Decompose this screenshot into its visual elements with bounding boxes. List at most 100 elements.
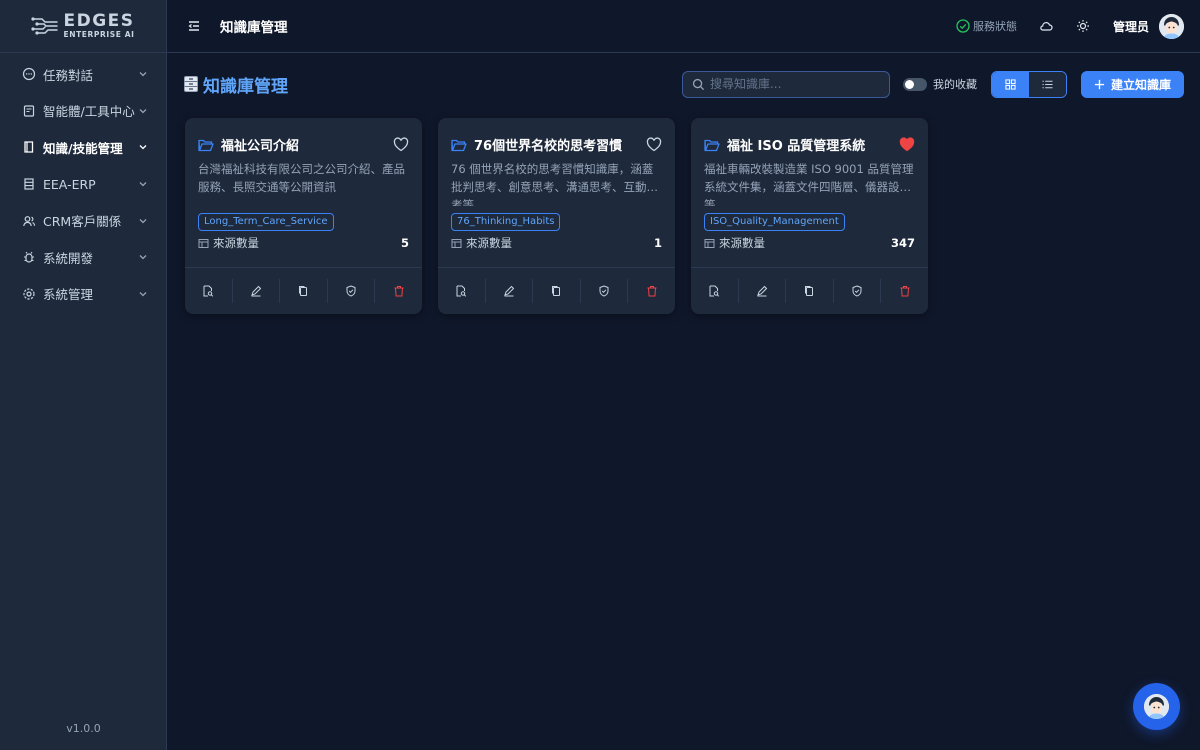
check-circle-icon [956,19,970,33]
sidebar-item-label: EEA-ERP [43,176,96,192]
list-view-button[interactable] [1028,71,1066,97]
sidebar-item-label: 任務對話 [43,67,94,83]
grid-icon [1005,78,1016,90]
source-icon [198,238,209,249]
edit-button[interactable] [484,279,533,303]
sidebar-item-crm[interactable]: CRM客戶關係 [0,202,166,239]
delete-button[interactable] [627,279,675,303]
copy-button[interactable] [785,279,833,303]
user-name[interactable]: 管理员 [1113,18,1149,35]
edit-button[interactable] [737,279,786,303]
sidebar-item-tasks[interactable]: 任務對話 [0,56,166,93]
permissions-button[interactable] [832,279,881,303]
view-details-button[interactable] [691,279,738,303]
permissions-button[interactable] [579,279,628,303]
folder-open-icon [704,138,720,152]
copy-icon [299,286,308,296]
heart-outline-icon[interactable] [646,137,662,152]
source-count-label: 來源數量 [466,236,512,250]
chevron-down-icon [138,179,148,189]
sidebar: EDGES ENTERPRISE AI 任務對話 智能體/工具中心 知識/技能管… [0,0,167,750]
card-actions [185,267,422,314]
bug-icon [22,250,36,264]
sun-icon[interactable] [1076,19,1090,33]
chevron-down-icon [138,252,148,262]
sidebar-item-agents[interactable]: 智能體/工具中心 [0,93,166,130]
create-button-label: 建立知識庫 [1110,77,1171,92]
view-details-button[interactable] [185,279,232,303]
copy-icon [552,286,561,296]
delete-button[interactable] [880,279,928,303]
search-input[interactable] [709,77,880,91]
permissions-button[interactable] [326,279,375,303]
sidebar-item-label: 系統管理 [43,287,94,303]
favorites-toggle[interactable] [902,77,927,91]
knowledge-base-card[interactable]: 76個世界名校的思考習慣 76 個世界名校的思考習慣知識庫，涵蓋批判思考、創意思… [438,118,675,314]
file-search-icon [203,285,214,297]
create-knowledge-base-button[interactable]: 建立知識庫 [1080,70,1184,98]
chat-icon [22,67,36,81]
chevron-down-icon [138,289,148,299]
brand-logo[interactable]: EDGES ENTERPRISE AI [0,0,166,53]
brand-tagline: ENTERPRISE AI [63,30,135,40]
menu-fold-icon[interactable] [187,19,201,33]
search-icon [692,78,705,90]
sidebar-item-label: 知識/技能管理 [43,140,123,156]
sidebar-item-label: 系統開發 [43,250,94,266]
service-status[interactable]: 服務狀態 [956,18,1017,34]
pencil-icon [504,285,515,297]
card-title: 76個世界名校的思考習慣 [474,139,623,154]
knowledge-base-card[interactable]: 福祉公司介紹 台灣福祉科技有限公司之公司介紹、產品服務、長照交通等公開資訊 Lo… [185,118,422,314]
chevron-down-icon [138,142,148,152]
avatar[interactable] [1159,13,1184,39]
plus-icon [1094,79,1105,89]
card-title: 福祉公司介紹 [221,139,300,154]
trash-icon [900,286,910,297]
page-title: 知識庫管理 [203,76,288,97]
card-title: 福祉 ISO 品質管理系統 [727,139,866,154]
search-box[interactable] [681,70,890,98]
edit-button[interactable] [231,279,280,303]
delete-button[interactable] [374,279,422,303]
folder-open-icon [451,138,467,152]
card-description: 76 個世界名校的思考習慣知識庫，涵蓋批判思考、創意思考、溝通思考、互動思考等 [451,162,658,206]
knowledge-base-grid: 福祉公司介紹 台灣福祉科技有限公司之公司介紹、產品服務、長照交通等公開資訊 Lo… [185,118,928,314]
sidebar-nav: 任務對話 智能體/工具中心 知識/技能管理 EEA-ERP CRM客戶關係 系統… [0,53,166,312]
source-count-label: 來源數量 [213,236,259,250]
sidebar-item-admin[interactable]: 系統管理 [0,276,166,313]
copy-button[interactable] [279,279,327,303]
card-tag[interactable]: 76_Thinking_Habits [451,213,561,231]
copy-icon [805,286,814,296]
copy-button[interactable] [532,279,580,303]
sidebar-item-knowledge[interactable]: 知識/技能管理 [0,129,166,166]
source-count: 1 [653,236,662,250]
page-toolbar: 知識庫管理 我的收藏 建立知識庫 [183,70,1184,98]
card-tag[interactable]: ISO_Quality_Management [704,213,845,231]
assistant-avatar-icon [1144,694,1169,719]
favorites-label: 我的收藏 [932,78,977,91]
top-header: 知識庫管理 服務狀態 管理员 [167,0,1200,53]
heart-filled-icon[interactable] [899,137,915,152]
archive-box-icon [183,75,199,93]
sidebar-item-dev[interactable]: 系統開發 [0,239,166,276]
sidebar-item-erp[interactable]: EEA-ERP [0,166,166,203]
source-count-label: 來源數量 [719,236,765,250]
grid-view-button[interactable] [991,71,1029,97]
shield-check-icon [599,285,609,297]
cloud-icon[interactable] [1039,19,1053,33]
shield-check-icon [346,285,356,297]
service-status-label: 服務狀態 [972,20,1017,33]
folder-open-icon [198,138,214,152]
view-details-button[interactable] [438,279,485,303]
card-tag[interactable]: Long_Term_Care_Service [198,213,334,231]
knowledge-base-card[interactable]: 福祉 ISO 品質管理系統 福祉車輛改裝製造業 ISO 9001 品質管理系統文… [691,118,928,314]
users-icon [22,214,36,228]
header-title: 知識庫管理 [220,20,288,36]
assistant-chat-button[interactable] [1133,683,1180,730]
app-version: v1.0.0 [66,722,101,735]
book-icon [22,140,36,154]
pencil-icon [251,285,262,297]
heart-outline-icon[interactable] [393,137,409,152]
chevron-down-icon [138,106,148,116]
source-count: 347 [890,236,915,250]
